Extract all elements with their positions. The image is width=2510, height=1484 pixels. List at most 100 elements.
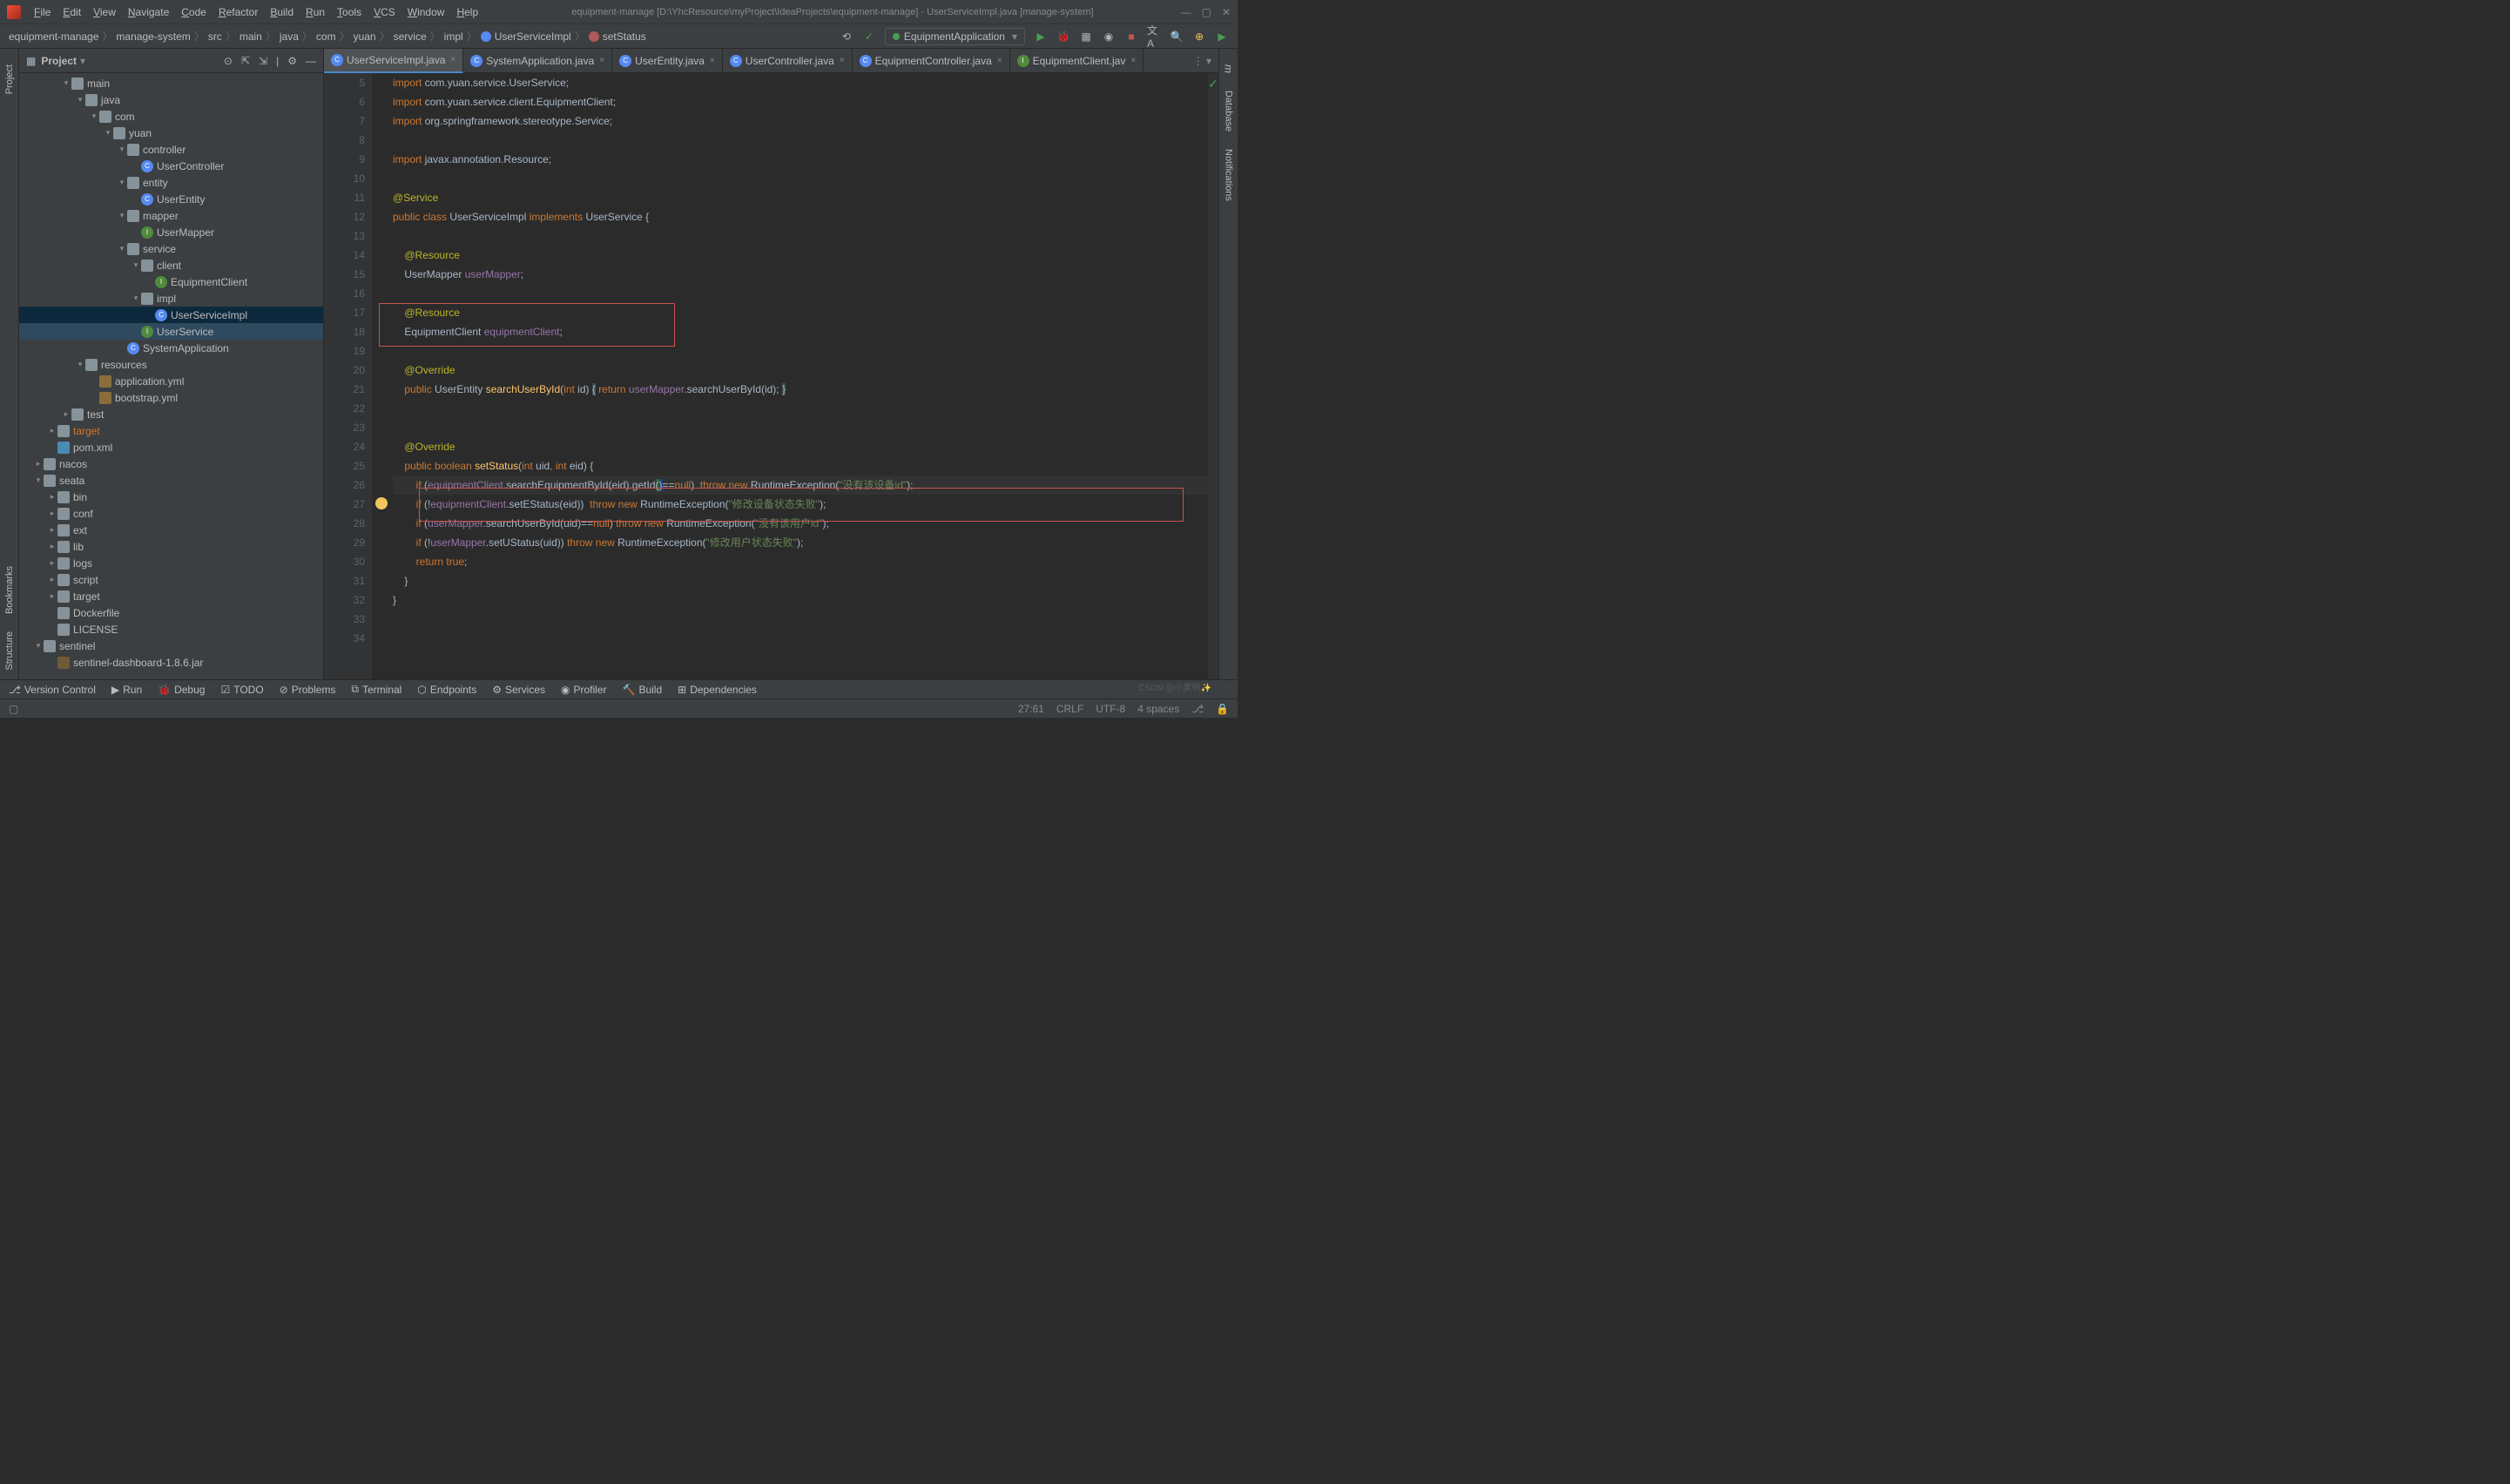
breadcrumb[interactable]: equipment-manage〉manage-system〉src〉main〉… — [9, 29, 646, 44]
tree-item[interactable]: IEquipmentClient — [19, 273, 323, 290]
tree-item[interactable]: ▸logs — [19, 555, 323, 571]
tool-problems[interactable]: ⊘Problems — [280, 684, 336, 696]
translate-icon[interactable]: 文A — [1147, 30, 1161, 44]
menu-vcs[interactable]: VCS — [368, 6, 401, 18]
tree-item[interactable]: IUserMapper — [19, 224, 323, 240]
tree-item[interactable]: ▾main — [19, 75, 323, 91]
tabs-more[interactable]: ⋮ ▾ — [1186, 55, 1218, 67]
rail-project[interactable]: Project — [4, 64, 15, 94]
menu-view[interactable]: View — [87, 6, 122, 18]
tool-services[interactable]: ⚙Services — [492, 684, 545, 696]
tree-item[interactable]: sentinel-dashboard-1.8.6.jar — [19, 654, 323, 671]
profile-icon[interactable]: ◉ — [1102, 30, 1116, 44]
tool-debug[interactable]: 🐞Debug — [158, 684, 205, 696]
chevron-down-icon[interactable]: ▾ — [80, 55, 85, 67]
close-icon[interactable]: ✕ — [1222, 6, 1231, 18]
crumb[interactable]: UserServiceImpl — [481, 30, 571, 43]
editor-tab[interactable]: CUserEntity.java× — [612, 49, 723, 73]
crumb[interactable]: manage-system — [116, 30, 190, 43]
tab-close-icon[interactable]: × — [1130, 56, 1136, 65]
rail-notifications[interactable]: Notifications — [1224, 149, 1234, 201]
tree-item[interactable]: ▾yuan — [19, 125, 323, 141]
collapse-icon[interactable]: ⇲ — [259, 55, 267, 67]
tree-item[interactable]: CUserEntity — [19, 191, 323, 207]
expand-icon[interactable]: ⇱ — [241, 55, 250, 67]
line-ending[interactable]: CRLF — [1056, 703, 1083, 715]
code-area[interactable]: 5678910111213141516171819202122232425262… — [324, 73, 1218, 679]
intention-bulb-icon[interactable] — [375, 497, 388, 509]
menu-code[interactable]: Code — [175, 6, 213, 18]
minimize-icon[interactable]: — — [1181, 6, 1191, 18]
hide-icon[interactable]: — — [306, 55, 316, 67]
tree-item[interactable]: ▾mapper — [19, 207, 323, 224]
tree-item[interactable]: ▸test — [19, 406, 323, 422]
tree-item[interactable]: ▸nacos — [19, 455, 323, 472]
tree-item[interactable]: ▾controller — [19, 141, 323, 158]
lock-icon[interactable]: 🔒 — [1216, 703, 1229, 715]
gutter[interactable]: 5678910111213141516171819202122232425262… — [324, 73, 372, 679]
tree-item[interactable]: IUserService — [19, 323, 323, 340]
ide-icon[interactable]: ▶ — [1215, 30, 1229, 44]
tree-item[interactable]: bootstrap.yml — [19, 389, 323, 406]
crumb[interactable]: com — [316, 30, 336, 43]
tree-item[interactable]: Dockerfile — [19, 604, 323, 621]
add-icon[interactable]: ⊕ — [1192, 30, 1206, 44]
menu-tools[interactable]: Tools — [331, 6, 368, 18]
select-opened-icon[interactable]: ⊙ — [224, 55, 233, 67]
crumb[interactable]: impl — [444, 30, 463, 43]
editor-tab[interactable]: IEquipmentClient.jav× — [1010, 49, 1144, 73]
menu-run[interactable]: Run — [300, 6, 331, 18]
maximize-icon[interactable]: ▢ — [1202, 6, 1211, 18]
tree-item[interactable]: ▾com — [19, 108, 323, 125]
editor-tab[interactable]: CSystemApplication.java× — [463, 49, 612, 73]
editor-tab[interactable]: CEquipmentController.java× — [853, 49, 1010, 73]
tree-item[interactable]: ▾seata — [19, 472, 323, 489]
tree-item[interactable]: CUserServiceImpl — [19, 307, 323, 323]
menu-navigate[interactable]: Navigate — [122, 6, 175, 18]
tree-item[interactable]: ▸target — [19, 422, 323, 439]
caret-position[interactable]: 27:61 — [1018, 703, 1044, 715]
menu-window[interactable]: Window — [401, 6, 451, 18]
tree-item[interactable]: LICENSE — [19, 621, 323, 637]
editor-tab[interactable]: CUserServiceImpl.java× — [324, 49, 463, 73]
tab-close-icon[interactable]: × — [599, 56, 604, 65]
tree-item[interactable]: CSystemApplication — [19, 340, 323, 356]
tool-terminal[interactable]: ⧉Terminal — [351, 683, 401, 696]
search-icon[interactable]: 🔍 — [1170, 30, 1184, 44]
tree-item[interactable]: CUserController — [19, 158, 323, 174]
crumb[interactable]: java — [280, 30, 299, 43]
tool-version-control[interactable]: ⎇Version Control — [9, 684, 96, 696]
project-tree[interactable]: ▾main▾java▾com▾yuan▾controllerCUserContr… — [19, 73, 323, 679]
tool-run[interactable]: ▶Run — [111, 684, 142, 696]
status-icon[interactable]: ▢ — [9, 703, 18, 715]
crumb[interactable]: service — [394, 30, 427, 43]
tool-dependencies[interactable]: ⊞Dependencies — [678, 684, 757, 696]
coverage-icon[interactable]: ▦ — [1079, 30, 1093, 44]
tree-item[interactable]: application.yml — [19, 373, 323, 389]
crumb[interactable]: main — [240, 30, 262, 43]
tree-item[interactable]: ▸conf — [19, 505, 323, 522]
rail-bookmarks[interactable]: Bookmarks — [4, 566, 15, 614]
rail-structure[interactable]: Structure — [4, 631, 15, 671]
tool-todo[interactable]: ☑TODO — [220, 684, 263, 696]
crumb[interactable]: setStatus — [589, 30, 646, 43]
tree-item[interactable]: ▾entity — [19, 174, 323, 191]
tree-item[interactable]: ▸ext — [19, 522, 323, 538]
tree-item[interactable]: ▾resources — [19, 356, 323, 373]
menu-build[interactable]: Build — [264, 6, 300, 18]
commit-icon[interactable]: ✓ — [862, 30, 876, 44]
editor-tab[interactable]: CUserController.java× — [723, 49, 853, 73]
menu-edit[interactable]: Edit — [57, 6, 87, 18]
tree-item[interactable]: ▸target — [19, 588, 323, 604]
crumb[interactable]: yuan — [354, 30, 376, 43]
menu-file[interactable]: File — [28, 6, 57, 18]
file-encoding[interactable]: UTF-8 — [1096, 703, 1125, 715]
inspection-ok-icon[interactable]: ✓ — [1208, 77, 1218, 91]
tree-item[interactable]: ▾impl — [19, 290, 323, 307]
indent-info[interactable]: 4 spaces — [1137, 703, 1179, 715]
tab-close-icon[interactable]: × — [997, 56, 1002, 65]
tree-item[interactable]: ▾service — [19, 240, 323, 257]
tree-item[interactable]: ▾java — [19, 91, 323, 108]
crumb[interactable]: equipment-manage — [9, 30, 98, 43]
tree-item[interactable]: ▾client — [19, 257, 323, 273]
